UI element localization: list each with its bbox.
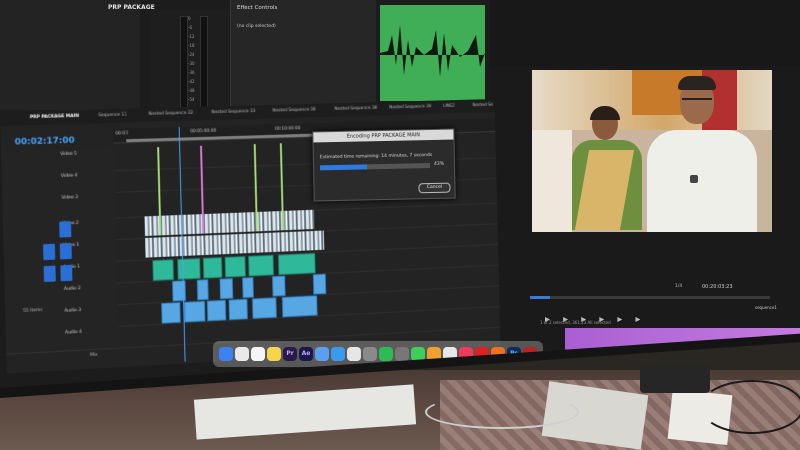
ruler-tick: 00:00: [115, 131, 128, 136]
program-scrubber-fill: [530, 296, 550, 299]
dock-safari-icon[interactable]: [331, 347, 345, 361]
encoding-dialog: Encoding PRP PACKAGE MAIN Estimated time…: [312, 129, 455, 202]
dock-after-effects-icon[interactable]: Ae: [299, 347, 313, 361]
no-clip-label: (no clip selected): [237, 24, 276, 29]
tab-nested-39[interactable]: Nested Sequence 39: [389, 104, 431, 110]
photo-man-watch: [690, 175, 698, 183]
ruler-tick: 00:10:00:00: [275, 126, 301, 132]
dock-reminders-icon[interactable]: [251, 347, 265, 361]
encoding-time-remaining: Estimated time remaining: 14 minutes, 7 …: [320, 153, 432, 160]
program-scrubber[interactable]: [530, 296, 770, 299]
photo-man-body: [647, 130, 757, 232]
program-timecode: 00:20:03:23: [702, 284, 733, 290]
audio-clip-a3[interactable]: [161, 302, 181, 324]
audio-clip-a3[interactable]: [252, 297, 277, 319]
meter-bar: [180, 16, 188, 108]
mix-track-label: Mix: [90, 353, 98, 358]
dock-calculator-icon[interactable]: [395, 347, 409, 361]
audio-clip-a2[interactable]: [220, 278, 234, 299]
timeline-timecode[interactable]: 00:02:17:00: [15, 136, 75, 148]
audio-meter-panel: 0 -6 -12 -18 -24 -30 -36 -42 -48 -54: [150, 10, 231, 110]
dock-chrome-icon[interactable]: [347, 347, 361, 361]
project-panel-title: PRP PACKAGE: [108, 4, 155, 11]
encoding-progress-fill: [320, 164, 367, 170]
audio-clip-a2[interactable]: [272, 276, 286, 297]
source-patch-a1[interactable]: [44, 266, 56, 282]
target-track-a1[interactable]: [60, 265, 72, 281]
effect-controls-panel: Effect Controls (no clip selected): [230, 0, 376, 110]
source-patch-v2[interactable]: [59, 221, 71, 237]
encoding-progress-percent: 43%: [434, 162, 444, 167]
track-header-audio-4[interactable]: Audio 4: [6, 326, 119, 355]
dock-premiere-icon[interactable]: Pr: [283, 347, 297, 361]
tab-sequence-11[interactable]: Sequence 11: [98, 113, 127, 119]
meter-scale: 0 -6 -12 -18 -24 -30 -36 -42 -48 -54: [188, 14, 195, 104]
transport-controls: [545, 307, 745, 317]
encoding-dialog-title: Encoding PRP PACKAGE MAIN: [313, 130, 453, 143]
dock-launchpad-icon[interactable]: [235, 347, 249, 361]
tab-nested-32[interactable]: Nested Sequence 32: [149, 111, 194, 117]
monitor-screen: PRP PACKAGE 0 -6 -12 -18 -24 -30 -36 -42…: [0, 0, 800, 388]
source-waveform: [380, 5, 485, 101]
photo-left-person: [532, 130, 572, 232]
target-track-v1[interactable]: [60, 243, 72, 259]
audio-clip-a1[interactable]: [152, 259, 174, 281]
program-right-label: sequence1: [755, 305, 777, 310]
power-adapter: [640, 365, 710, 393]
white-cable: [425, 395, 579, 429]
audio-clip-a1[interactable]: [248, 255, 274, 276]
tab-line2[interactable]: LINE2: [443, 104, 455, 109]
photo-man-glasses: [682, 98, 712, 105]
audio-clip-a1[interactable]: [225, 256, 246, 277]
ruler-tick: 00:05:00:00: [190, 129, 216, 135]
program-monitor-video-frame: [532, 70, 772, 232]
program-footer: 1 of 2 selected, 361:23 All selected: [540, 320, 611, 325]
tab-prp-package-main[interactable]: PRP PACKAGE MAIN: [30, 114, 79, 120]
audio-clip-a2[interactable]: [242, 277, 254, 298]
audio-clip-a1[interactable]: [177, 258, 200, 280]
project-panel: [0, 0, 140, 110]
photo-man-hair: [678, 76, 716, 90]
dock-files-icon[interactable]: [315, 347, 329, 361]
audio-clip-a1[interactable]: [278, 253, 316, 275]
dock-messages-icon[interactable]: [411, 347, 425, 361]
tab-nested-36[interactable]: Nested Sequence 36: [273, 108, 316, 114]
meter-bar: [200, 16, 208, 108]
audio-clip-a2[interactable]: [313, 274, 326, 295]
audio-clip-a3[interactable]: [207, 300, 226, 321]
program-fit-select[interactable]: 1/4: [675, 284, 682, 289]
cancel-button[interactable]: Cancel: [418, 183, 450, 194]
audio-clip-a1[interactable]: [203, 257, 222, 278]
dock-whatsapp-icon[interactable]: [379, 347, 393, 361]
effect-controls-title[interactable]: Effect Controls: [237, 5, 277, 11]
project-items-count: 55 Items: [23, 308, 43, 314]
tab-nested-se[interactable]: Nested Se: [473, 103, 493, 108]
black-cable: [700, 380, 800, 434]
waveform-graphic: [380, 5, 485, 101]
audio-clip-a3[interactable]: [184, 301, 205, 323]
dock-finder-icon[interactable]: [219, 347, 233, 361]
dock-notes-icon[interactable]: [267, 347, 281, 361]
tab-nested-38[interactable]: Nested Sequence 38: [334, 106, 377, 112]
audio-clip-a3[interactable]: [282, 295, 318, 317]
dock-system-settings-icon[interactable]: [363, 347, 377, 361]
source-patch-v1[interactable]: [43, 244, 55, 260]
audio-clip-a3[interactable]: [229, 299, 248, 320]
tab-nested-33[interactable]: Nested Sequence 33: [211, 109, 255, 115]
audio-clip-a2[interactable]: [197, 279, 209, 300]
